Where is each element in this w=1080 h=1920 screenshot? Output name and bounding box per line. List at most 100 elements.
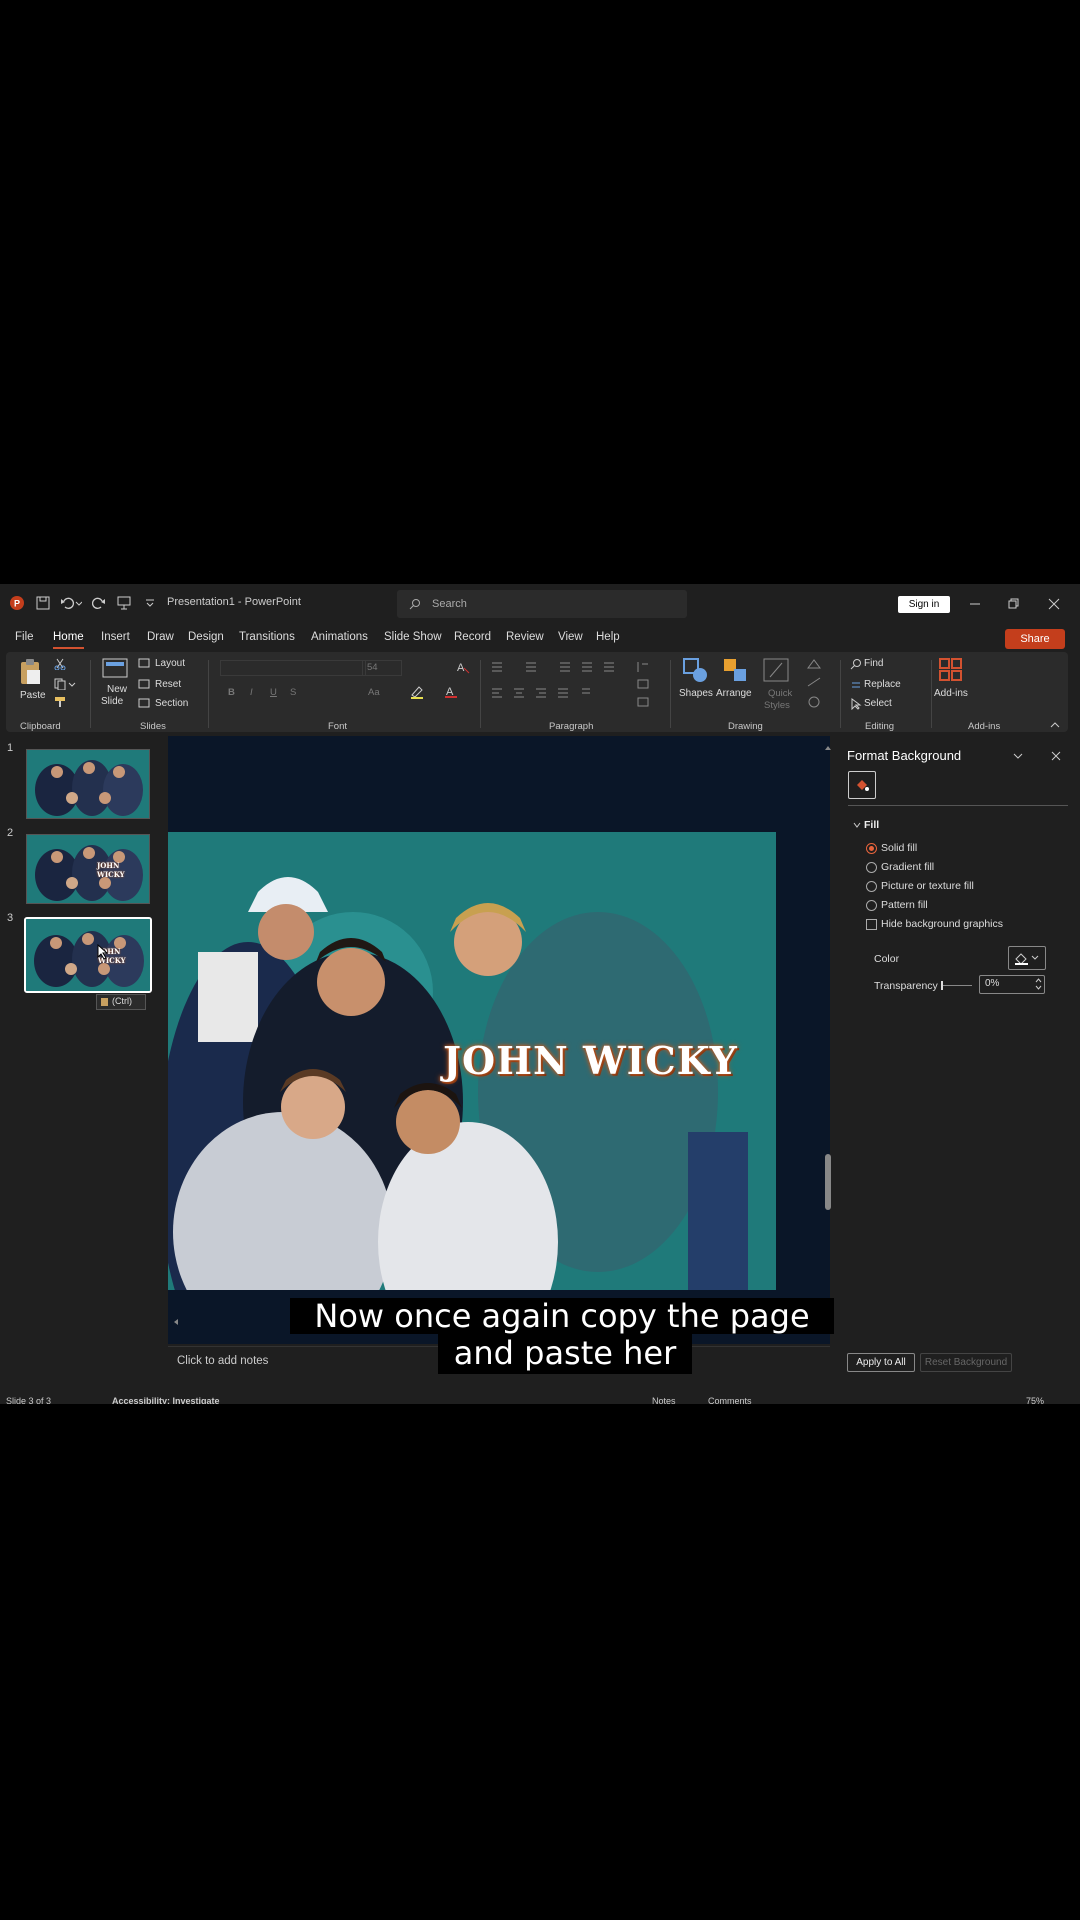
tab-home[interactable]: Home [53,631,84,649]
present-icon[interactable] [117,596,131,610]
layout-icon[interactable] [138,658,150,668]
strikethrough-button[interactable]: S [290,687,296,698]
vertical-scrollbar-thumb[interactable] [825,1154,831,1210]
underline-button[interactable]: U [270,687,277,698]
quick-styles-label[interactable]: Quick [768,688,792,699]
fill-section-label[interactable]: Fill [864,819,879,831]
slide-thumbnail-2[interactable]: JOHN WICKY [26,834,150,904]
pattern-fill-label[interactable]: Pattern fill [881,899,928,911]
hide-bg-checkbox[interactable] [866,919,877,930]
redo-icon[interactable] [92,596,106,610]
spinner-icon[interactable] [1035,978,1042,990]
tab-animations[interactable]: Animations [311,631,368,643]
tab-file[interactable]: File [15,631,34,643]
quick-styles-icon[interactable] [762,657,790,683]
cut-icon[interactable] [54,658,66,670]
italic-button[interactable]: I [250,687,253,698]
layout-button[interactable]: Layout [155,658,185,669]
reset-icon[interactable] [138,679,150,689]
tab-design[interactable]: Design [188,631,224,643]
tab-review[interactable]: Review [506,631,544,643]
save-icon[interactable] [36,596,50,610]
add-ins-icon[interactable] [938,657,964,683]
reset-button[interactable]: Reset [155,679,181,690]
tab-transitions[interactable]: Transitions [239,631,295,643]
shapes-icon[interactable] [682,657,710,683]
quick-styles-label-2[interactable]: Styles [764,700,790,711]
scroll-up-icon[interactable] [824,744,832,752]
arrange-button[interactable]: Arrange [716,688,752,699]
tab-draw[interactable]: Draw [147,631,174,643]
find-button[interactable]: Find [864,658,883,669]
change-case-button[interactable]: Aa [368,687,380,698]
select-button[interactable]: Select [864,698,892,709]
transparency-slider[interactable] [941,981,972,990]
vertical-scrollbar[interactable] [824,744,831,1334]
shape-fill-icon[interactable] [806,658,822,712]
slide-thumbnail-1[interactable] [26,749,150,819]
picture-fill-label[interactable]: Picture or texture fill [881,880,974,892]
comments-toggle[interactable]: Comments [708,1396,752,1404]
add-ins-button[interactable]: Add-ins [934,688,968,699]
zoom-level[interactable]: 75% [1026,1396,1044,1404]
chevron-down-icon[interactable] [852,820,862,830]
paste-icon[interactable] [18,658,42,686]
replace-button[interactable]: Replace [864,679,901,690]
slide-title-text[interactable]: JOHN WICKY [443,1038,738,1083]
slide-3[interactable]: JOHN WICKY [168,832,776,1290]
bold-button[interactable]: B [228,687,235,698]
color-picker-button[interactable] [1008,946,1046,970]
new-slide-label-2[interactable]: Slide [101,696,123,707]
find-icon[interactable] [850,658,862,670]
picture-fill-radio[interactable] [866,881,877,892]
arrange-icon[interactable] [722,657,750,683]
share-button[interactable]: Share [1005,629,1065,649]
solid-fill-radio[interactable] [866,843,877,854]
hide-bg-label[interactable]: Hide background graphics [881,918,1003,930]
undo-icon[interactable] [60,596,82,610]
shapes-button[interactable]: Shapes [679,688,713,699]
paste-label[interactable]: Paste [20,690,46,701]
replace-icon[interactable] [850,679,862,691]
section-icon[interactable] [138,698,150,708]
restore-icon[interactable] [1008,598,1020,610]
font-size-dropdown[interactable]: 54 [362,660,402,676]
alignment-icons[interactable] [490,687,610,701]
section-button[interactable]: Section [155,698,188,709]
paste-options-button[interactable]: (Ctrl) [96,994,146,1010]
gradient-fill-label[interactable]: Gradient fill [881,861,934,873]
tab-insert[interactable]: Insert [101,631,130,643]
transparency-slider-thumb[interactable] [941,981,943,990]
chevron-down-icon[interactable] [1012,750,1024,762]
new-slide-icon[interactable] [102,658,128,680]
clear-formatting-icon[interactable]: A [456,660,470,674]
tab-record[interactable]: Record [454,631,491,643]
highlight-icon[interactable] [410,685,424,699]
tab-help[interactable]: Help [596,631,620,643]
bullets-icon[interactable] [490,660,640,674]
fill-tab-button[interactable] [848,771,876,799]
close-pane-icon[interactable] [1050,750,1062,762]
tab-slide-show[interactable]: Slide Show [384,631,442,643]
gradient-fill-radio[interactable] [866,862,877,873]
sign-in-button[interactable]: Sign in [898,596,950,613]
reset-background-button[interactable]: Reset Background [920,1353,1012,1372]
select-icon[interactable] [850,698,862,710]
solid-fill-label[interactable]: Solid fill [881,842,917,854]
slide-thumbnail-3[interactable]: JOHN WICKY [24,917,152,993]
collapse-ribbon-icon[interactable] [1050,720,1060,730]
minimize-icon[interactable] [969,598,981,610]
close-icon[interactable] [1048,598,1060,610]
text-direction-icon[interactable] [636,660,652,708]
notes-placeholder[interactable]: Click to add notes [177,1355,268,1367]
new-slide-label[interactable]: New [107,684,127,695]
font-color-icon[interactable]: A [444,685,458,699]
pattern-fill-radio[interactable] [866,900,877,911]
customize-qat-icon[interactable] [145,598,155,608]
scroll-left-icon[interactable] [172,1318,180,1326]
accessibility-status[interactable]: Accessibility: Investigate [112,1396,220,1404]
copy-icon[interactable] [54,678,76,690]
format-painter-icon[interactable] [54,696,68,708]
notes-toggle[interactable]: Notes [652,1396,676,1404]
tab-view[interactable]: View [558,631,583,643]
